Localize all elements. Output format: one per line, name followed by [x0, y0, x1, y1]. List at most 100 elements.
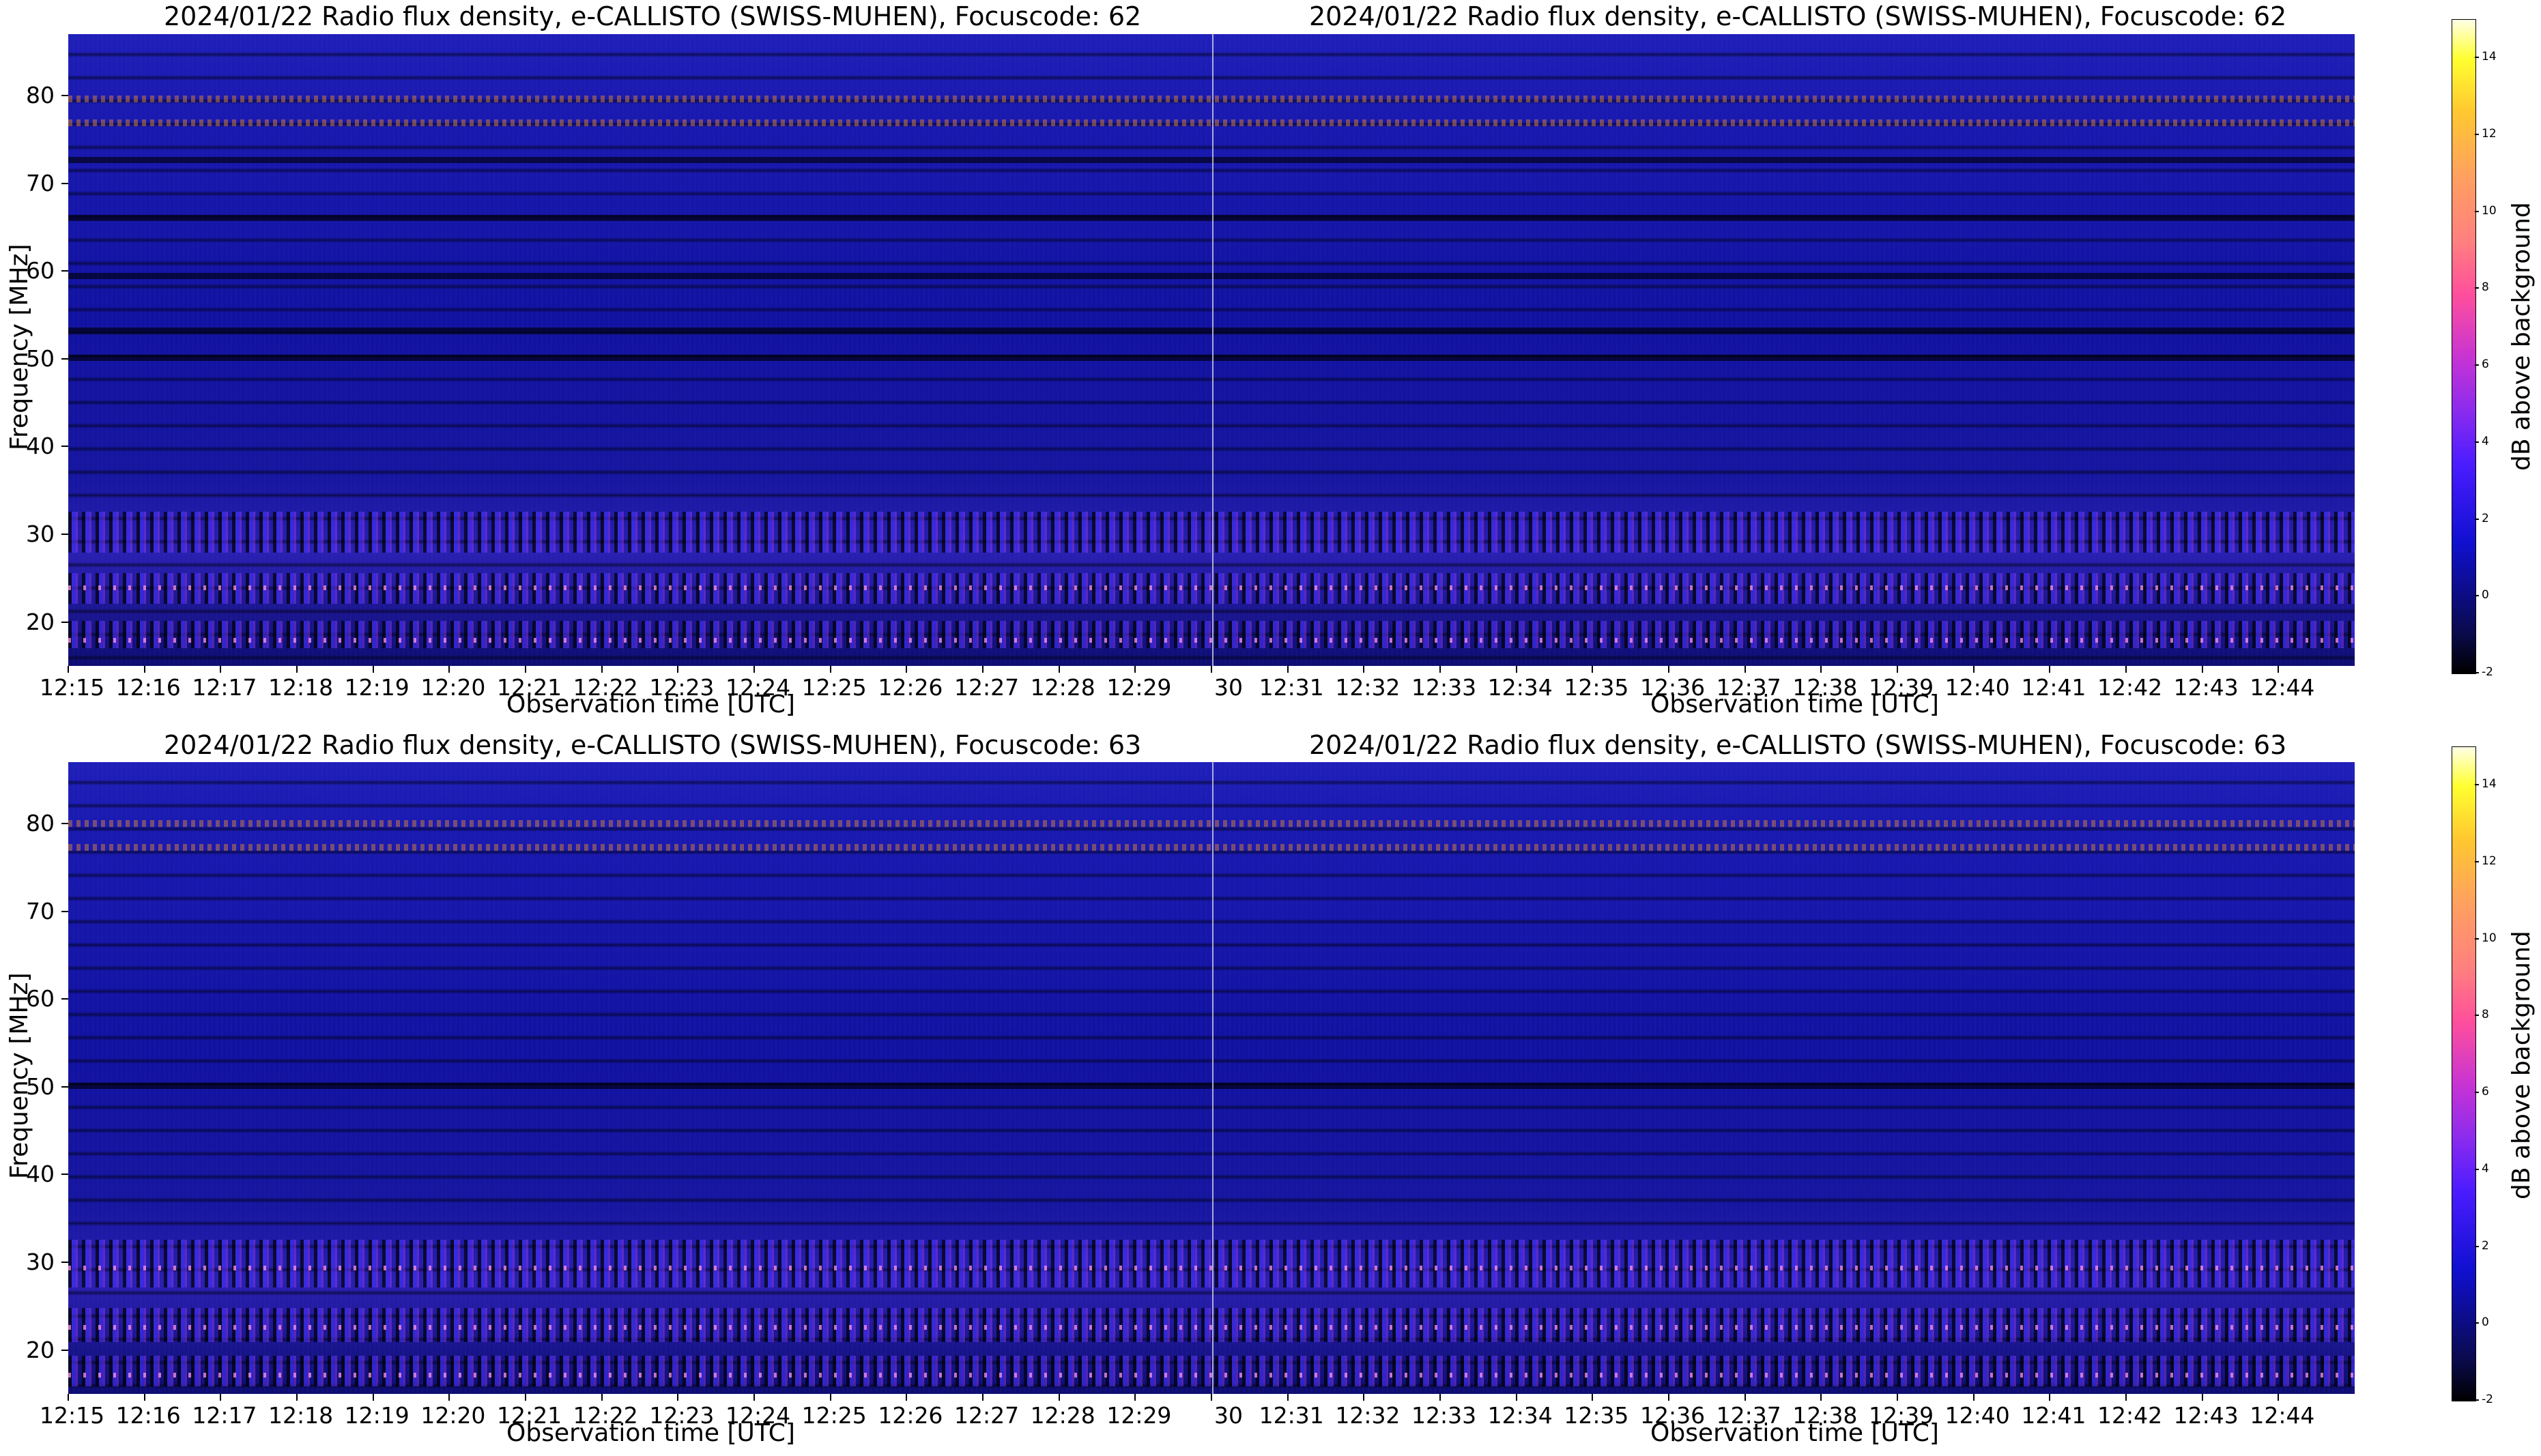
- x-tick-label: 12:43: [2173, 674, 2239, 701]
- x-tick-mark: [1134, 1394, 1136, 1401]
- x-tick-mark: [982, 1394, 984, 1401]
- x-tick-label: 12:44: [2250, 674, 2315, 701]
- colorbar-tick-label: -2: [2482, 665, 2493, 679]
- x-tick-label: 12:44: [2250, 1402, 2315, 1429]
- colorbar-top: [2452, 19, 2476, 674]
- x-tick-mark: [677, 666, 679, 673]
- x-tick-mark: [2278, 1394, 2280, 1401]
- x-tick-label: 12:29: [1106, 1402, 1172, 1429]
- y-tick-mark: [61, 910, 68, 912]
- x-tick-mark: [906, 1394, 908, 1401]
- colorbar-tick-mark: [2475, 595, 2479, 597]
- x-tick-mark: [68, 666, 69, 673]
- x-axis-label-top-right: Observation time [UTC]: [1650, 690, 1939, 718]
- x-tick-mark: [601, 1394, 603, 1401]
- x-tick-mark: [1820, 666, 1822, 673]
- colorbar-tick-label: 4: [2482, 434, 2489, 448]
- colorbar-tick-mark: [2475, 287, 2479, 289]
- colorbar-tick-label: 2: [2482, 511, 2489, 525]
- x-tick-mark: [1363, 666, 1365, 673]
- colorbar-tick-label: 0: [2482, 1315, 2489, 1330]
- colorbar-tick-label: 10: [2482, 203, 2497, 218]
- x-tick-mark: [68, 1394, 69, 1401]
- x-tick-mark: [1439, 666, 1441, 673]
- y-tick-mark: [61, 621, 68, 623]
- y-tick-label: 70: [26, 169, 55, 196]
- x-tick-mark: [1897, 1394, 1898, 1401]
- colorbar-tick-mark: [2475, 1245, 2479, 1247]
- colorbar-tick-label: -2: [2482, 1393, 2493, 1406]
- x-tick-label: 12:27: [954, 674, 1020, 701]
- x-tick-label: 12:34: [1487, 1402, 1553, 1429]
- colorbar-tick-mark: [2475, 364, 2479, 366]
- x-tick-mark: [753, 666, 755, 673]
- x-tick-mark: [1058, 666, 1060, 673]
- x-tick-label: 12:19: [344, 1402, 410, 1429]
- y-tick-mark: [61, 534, 68, 536]
- x-tick-mark: [829, 666, 831, 673]
- x-tick-label: 12:26: [878, 674, 943, 701]
- x-tick-mark: [1211, 1394, 1212, 1401]
- x-tick-mark: [220, 1394, 222, 1401]
- x-tick-label: 12:32: [1335, 1402, 1401, 1429]
- y-tick-mark: [61, 182, 68, 184]
- x-tick-label: 12:35: [1564, 1402, 1629, 1429]
- colorbar-tick-mark: [2475, 861, 2479, 863]
- y-tick-mark: [61, 1262, 68, 1264]
- y-tick-mark: [61, 270, 68, 272]
- x-tick-mark: [829, 1394, 831, 1401]
- x-tick-mark: [2125, 666, 2127, 673]
- x-tick-mark: [1515, 666, 1517, 673]
- spectrogram-top: [68, 34, 2355, 666]
- x-tick-mark: [448, 666, 450, 673]
- colorbar-tick-label: 12: [2482, 854, 2497, 869]
- x-tick-label: 12:32: [1335, 674, 1401, 701]
- colorbar-label-bottom: dB above background: [2508, 931, 2536, 1199]
- chart-title-top-left: 2024/01/22 Radio flux density, e-CALLIST…: [164, 1, 1142, 31]
- x-tick-mark: [2201, 1394, 2203, 1401]
- x-tick-label: 30: [1214, 674, 1243, 701]
- x-tick-label: 12:18: [268, 1402, 334, 1429]
- y-tick-label: 20: [26, 1336, 55, 1363]
- colorbar-tick-label: 6: [2482, 358, 2489, 372]
- y-tick-mark: [61, 446, 68, 448]
- x-tick-mark: [1744, 1394, 1746, 1401]
- colorbar-tick-mark: [2475, 518, 2479, 520]
- x-tick-mark: [2049, 1394, 2051, 1401]
- y-tick-mark: [61, 95, 68, 97]
- y-axis-label-top: Frequency [MHz]: [5, 244, 33, 450]
- y-tick-label: 80: [26, 810, 55, 837]
- x-tick-mark: [1287, 666, 1289, 673]
- x-axis-label-bottom-left: Observation time [UTC]: [506, 1419, 795, 1447]
- x-tick-mark: [1287, 1394, 1289, 1401]
- colorbar-tick-mark: [2475, 441, 2479, 443]
- colorbar-tick-mark: [2475, 1399, 2479, 1401]
- x-tick-mark: [982, 666, 984, 673]
- x-tick-mark: [906, 666, 908, 673]
- x-tick-mark: [1972, 1394, 1975, 1401]
- x-tick-label: 12:26: [878, 1402, 943, 1429]
- x-tick-label: 12:34: [1487, 674, 1553, 701]
- x-tick-label: 12:28: [1030, 674, 1095, 701]
- x-tick-label: 12:15: [40, 674, 105, 701]
- x-tick-mark: [1820, 1394, 1822, 1401]
- x-axis-label-bottom-right: Observation time [UTC]: [1650, 1419, 1939, 1447]
- colorbar-tick-mark: [2475, 134, 2479, 136]
- y-tick-mark: [61, 358, 68, 360]
- x-tick-label: 12:25: [801, 1402, 867, 1429]
- x-tick-mark: [2049, 666, 2051, 673]
- x-tick-label: 12:40: [1944, 1402, 2010, 1429]
- y-tick-mark: [61, 998, 68, 1000]
- x-tick-mark: [143, 666, 145, 673]
- y-tick-label: 30: [26, 521, 55, 548]
- colorbar-tick-label: 6: [2482, 1085, 2489, 1099]
- x-tick-label: 12:41: [2021, 674, 2086, 701]
- colorbar-tick-label: 8: [2482, 280, 2489, 295]
- x-tick-mark: [372, 1394, 374, 1401]
- x-tick-label: 12:17: [192, 674, 257, 701]
- x-tick-mark: [525, 1394, 526, 1401]
- x-tick-mark: [525, 666, 526, 673]
- x-tick-mark: [1744, 666, 1746, 673]
- x-tick-label: 12:31: [1259, 674, 1324, 701]
- y-tick-mark: [61, 1349, 68, 1351]
